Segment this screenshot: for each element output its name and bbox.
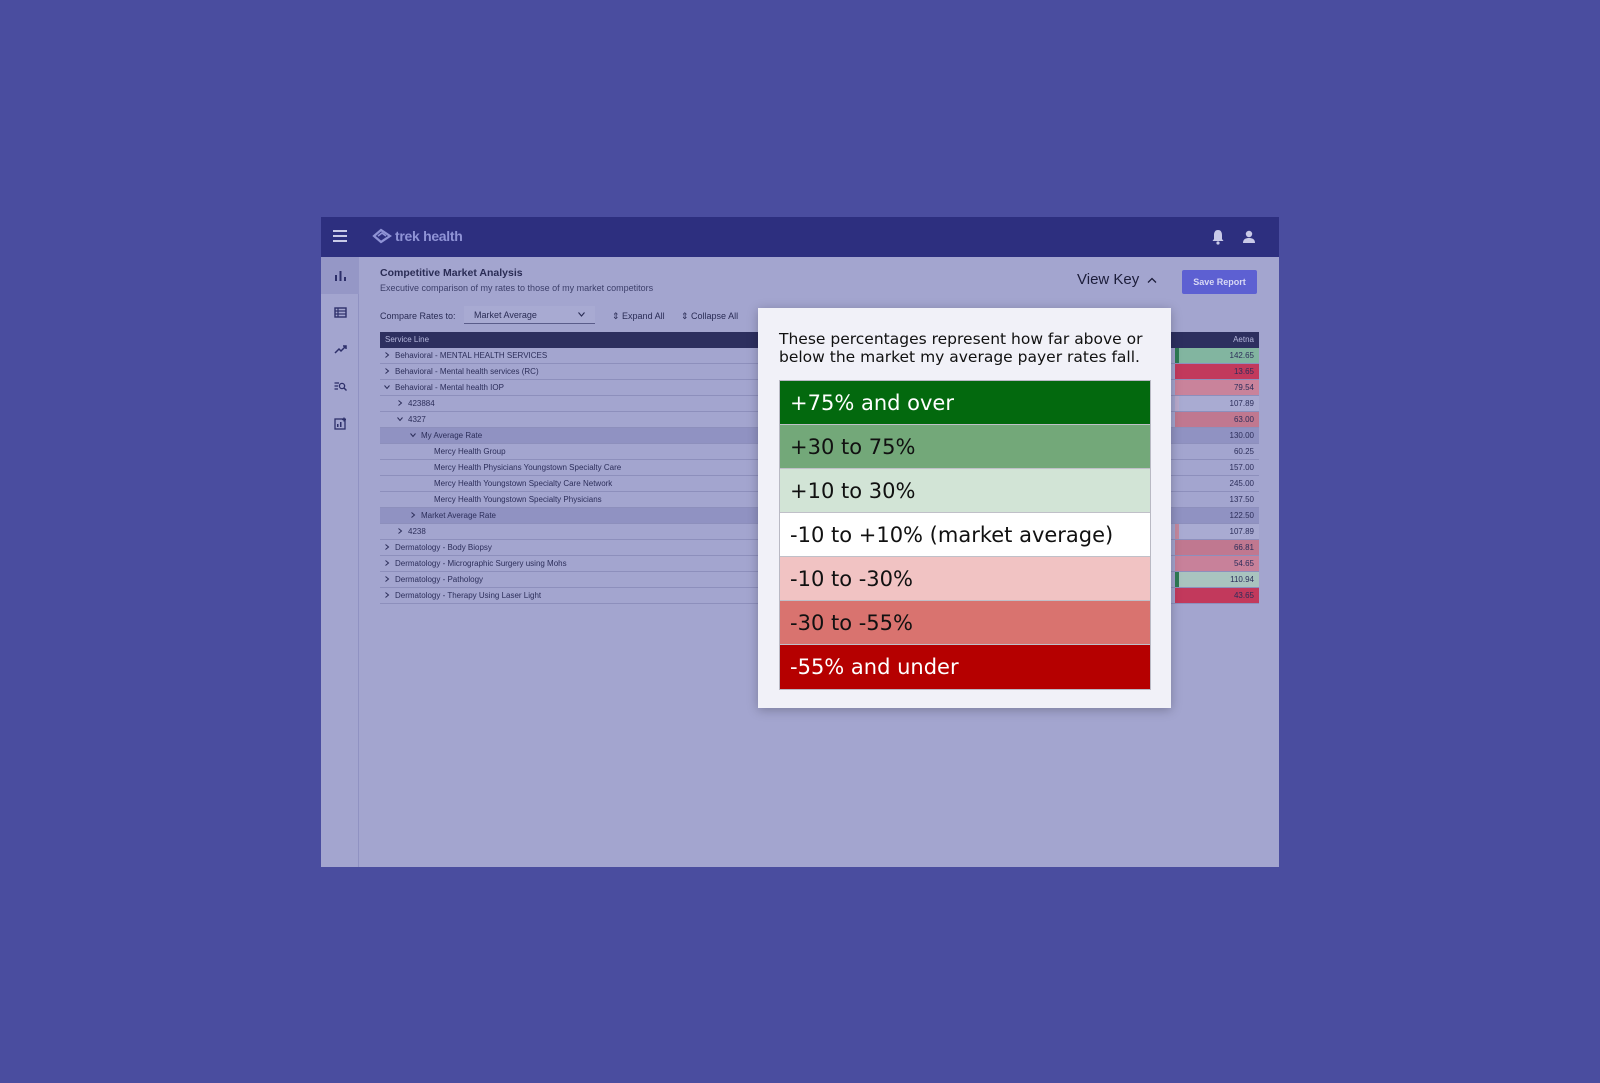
row-label: Dermatology - Micrographic Surgery using… bbox=[395, 559, 567, 568]
report-add-icon bbox=[333, 417, 346, 430]
expand-all-button[interactable]: ⇕ Expand All bbox=[612, 311, 665, 322]
view-key-popover: These percentages represent how far abov… bbox=[758, 308, 1171, 708]
row-value-aetna: 79.54 bbox=[1179, 380, 1259, 395]
row-label: Dermatology - Therapy Using Laser Light bbox=[395, 591, 542, 600]
chevron-right-icon[interactable] bbox=[397, 400, 403, 406]
chevron-right-icon[interactable] bbox=[384, 560, 390, 566]
key-item: +10 to 30% bbox=[780, 469, 1150, 513]
row-value-aetna: 137.50 bbox=[1179, 492, 1259, 507]
row-label: Mercy Health Physicians Youngstown Speci… bbox=[434, 463, 622, 472]
key-item: -55% and under bbox=[780, 645, 1150, 689]
row-value-aetna: 157.00 bbox=[1179, 460, 1259, 475]
chevron-down-icon bbox=[578, 312, 585, 317]
row-value-aetna: 122.50 bbox=[1179, 508, 1259, 523]
view-key-toggle[interactable]: View Key bbox=[1077, 271, 1157, 288]
row-label: Mercy Health Youngstown Specialty Physic… bbox=[434, 495, 602, 504]
row-value-aetna: 60.25 bbox=[1179, 444, 1259, 459]
row-value-aetna: 54.65 bbox=[1179, 556, 1259, 571]
save-report-button[interactable]: Save Report bbox=[1182, 270, 1257, 294]
chevron-right-icon[interactable] bbox=[410, 512, 416, 518]
row-label: Behavioral - Mental health services (RC) bbox=[395, 367, 539, 376]
page-title: Competitive Market Analysis bbox=[380, 267, 523, 279]
row-value-aetna: 110.94 bbox=[1179, 572, 1259, 587]
sidebar bbox=[321, 257, 359, 867]
row-label: 4238 bbox=[408, 527, 426, 536]
sidebar-item-table[interactable] bbox=[321, 294, 359, 331]
sidebar-item-report[interactable] bbox=[321, 405, 359, 442]
key-item: -10 to -30% bbox=[780, 557, 1150, 601]
chevron-right-icon[interactable] bbox=[384, 576, 390, 582]
bell-icon[interactable] bbox=[1211, 229, 1225, 245]
row-label: Dermatology - Body Biopsy bbox=[395, 543, 492, 552]
bar-chart-icon bbox=[334, 271, 346, 281]
row-value-aetna: 66.81 bbox=[1179, 540, 1259, 555]
chevron-right-icon[interactable] bbox=[384, 368, 390, 374]
row-label: Mercy Health Youngstown Specialty Care N… bbox=[434, 479, 613, 488]
key-item: -10 to +10% (market average) bbox=[780, 513, 1150, 557]
chevron-right-icon[interactable] bbox=[397, 528, 403, 534]
page-subtitle: Executive comparison of my rates to thos… bbox=[380, 283, 654, 293]
logo-mark-icon bbox=[372, 228, 392, 244]
compare-rates-select[interactable]: Market Average bbox=[464, 306, 595, 324]
row-label: Behavioral - Mental health IOP bbox=[395, 383, 504, 392]
logo-text: trek health bbox=[395, 228, 463, 244]
row-label: 423884 bbox=[408, 399, 435, 408]
sidebar-item-dashboard[interactable] bbox=[321, 257, 359, 294]
compare-rates-label: Compare Rates to: bbox=[380, 311, 456, 321]
collapse-icon: ⇕ bbox=[681, 311, 692, 321]
menu-icon[interactable] bbox=[333, 230, 347, 242]
row-value-aetna: 142.65 bbox=[1179, 348, 1259, 363]
compare-rates-value: Market Average bbox=[474, 310, 537, 320]
key-item: +30 to 75% bbox=[780, 425, 1150, 469]
row-label: My Average Rate bbox=[421, 431, 483, 440]
row-value-aetna: 245.00 bbox=[1179, 476, 1259, 491]
chevron-down-icon[interactable] bbox=[410, 432, 416, 438]
chevron-down-icon[interactable] bbox=[384, 384, 390, 390]
search-list-icon bbox=[334, 382, 347, 391]
collapse-all-label: Collapse All bbox=[691, 311, 739, 321]
table-icon bbox=[333, 307, 347, 318]
key-item: +75% and over bbox=[780, 381, 1150, 425]
column-header-aetna[interactable]: Aetna bbox=[1233, 335, 1254, 344]
key-legend: +75% and over +30 to 75% +10 to 30% -10 to … bbox=[779, 380, 1151, 690]
logo[interactable]: trek health bbox=[372, 226, 463, 246]
row-label: 4327 bbox=[408, 415, 426, 424]
chevron-right-icon[interactable] bbox=[384, 592, 390, 598]
row-value-aetna: 63.00 bbox=[1179, 412, 1259, 427]
user-icon[interactable] bbox=[1242, 229, 1256, 245]
collapse-all-button[interactable]: ⇕ Collapse All bbox=[681, 311, 738, 322]
row-label: Dermatology - Pathology bbox=[395, 575, 484, 584]
column-header-service-line[interactable]: Service Line bbox=[385, 335, 429, 344]
row-value-aetna: 43.65 bbox=[1179, 588, 1259, 603]
row-value-aetna: 130.00 bbox=[1179, 428, 1259, 443]
key-item: -30 to -55% bbox=[780, 601, 1150, 645]
key-description: These percentages represent how far abov… bbox=[779, 330, 1143, 366]
row-label: Behavioral - MENTAL HEALTH SERVICES bbox=[395, 351, 548, 360]
top-bar: trek health bbox=[321, 217, 1279, 257]
row-value-aetna: 13.65 bbox=[1179, 364, 1259, 379]
view-key-label: View Key bbox=[1077, 271, 1140, 288]
chevron-down-icon[interactable] bbox=[397, 416, 403, 422]
chevron-right-icon[interactable] bbox=[384, 352, 390, 358]
row-value-aetna: 107.89 bbox=[1179, 396, 1259, 411]
sidebar-item-search[interactable] bbox=[321, 368, 359, 405]
expand-all-label: Expand All bbox=[622, 311, 665, 321]
sidebar-item-trends[interactable] bbox=[321, 331, 359, 368]
expand-icon: ⇕ bbox=[612, 311, 623, 321]
row-label: Mercy Health Group bbox=[434, 447, 506, 456]
chevron-up-icon bbox=[1147, 277, 1157, 283]
chevron-right-icon[interactable] bbox=[384, 544, 390, 550]
row-value-aetna: 107.89 bbox=[1179, 524, 1259, 539]
row-label: Market Average Rate bbox=[421, 511, 497, 520]
trend-icon bbox=[333, 345, 347, 354]
